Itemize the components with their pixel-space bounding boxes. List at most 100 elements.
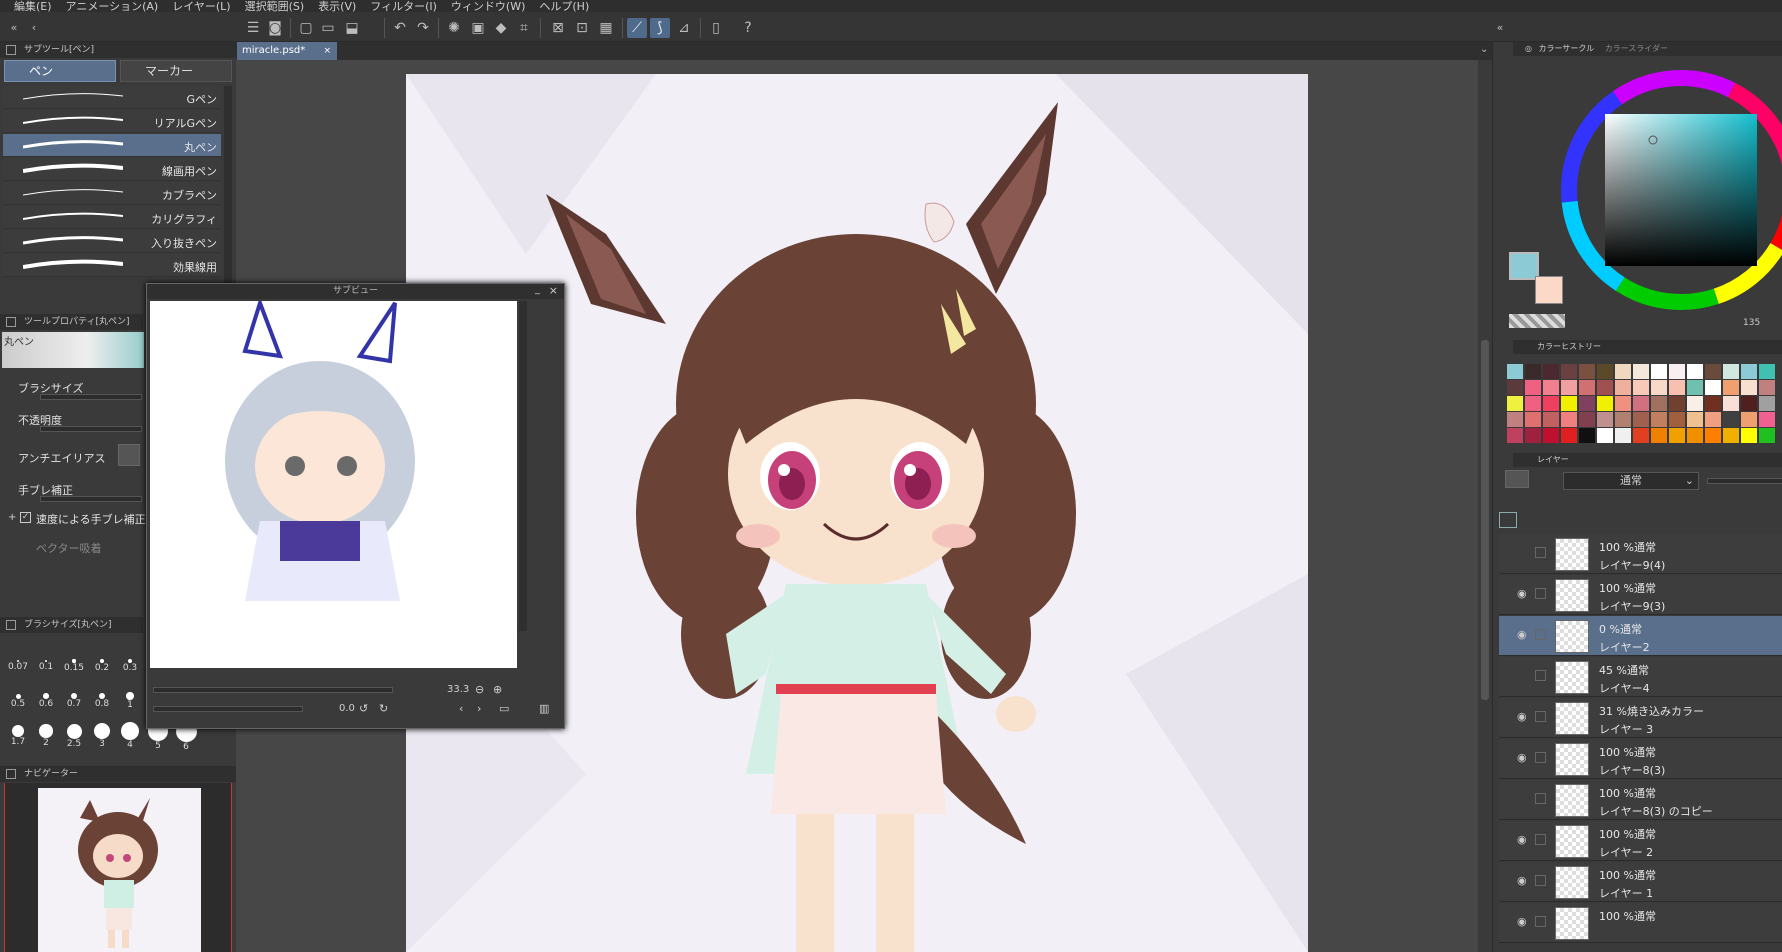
navigator-view[interactable] xyxy=(4,783,232,952)
zoom-in-icon[interactable]: ⊕ xyxy=(493,683,502,696)
chevron-down-icon[interactable]: ⌄ xyxy=(1480,44,1488,55)
history-swatch[interactable] xyxy=(1705,412,1721,427)
history-swatch[interactable] xyxy=(1705,380,1721,395)
lock-toggle[interactable] xyxy=(1535,875,1546,886)
rotate-left-icon[interactable]: ↺ xyxy=(359,702,368,715)
undo-icon[interactable]: ↶ xyxy=(390,18,410,38)
stabilization-slider[interactable] xyxy=(40,496,142,502)
history-swatch[interactable] xyxy=(1525,412,1541,427)
brush-size-preset[interactable]: 0.2 xyxy=(88,647,116,685)
history-swatch[interactable] xyxy=(1597,380,1613,395)
history-swatch[interactable] xyxy=(1597,428,1613,443)
lock-toggle[interactable] xyxy=(1535,670,1546,681)
history-swatch[interactable] xyxy=(1561,380,1577,395)
brush-item[interactable]: 線画用ペン xyxy=(3,158,221,181)
tab-color-circle[interactable]: カラーサークル xyxy=(1539,44,1595,53)
history-swatch[interactable] xyxy=(1651,380,1667,395)
tab-pen[interactable]: ペン xyxy=(4,60,116,82)
open-folder-icon[interactable]: ▭ xyxy=(318,18,338,38)
history-swatch[interactable] xyxy=(1723,428,1739,443)
brush-size-preset[interactable]: 2 xyxy=(32,717,60,755)
history-swatch[interactable] xyxy=(1579,380,1595,395)
history-swatch[interactable] xyxy=(1561,428,1577,443)
lock-toggle[interactable] xyxy=(1535,588,1546,599)
history-swatch[interactable] xyxy=(1687,380,1703,395)
chevron-left-icon[interactable]: ‹ xyxy=(24,18,44,38)
rotation-slider[interactable] xyxy=(153,706,303,712)
brush-size-preset[interactable]: 0.8 xyxy=(88,682,116,720)
layer-row[interactable]: ◉ 100 %通常 レイヤー 2 xyxy=(1499,821,1782,861)
layer-color-button[interactable] xyxy=(1505,470,1529,488)
import-icon[interactable]: ▭ xyxy=(499,702,509,715)
menu-window[interactable]: ウィンドウ(W) xyxy=(451,1,525,12)
history-swatch[interactable] xyxy=(1741,412,1757,427)
brush-size-preset[interactable]: 0.3 xyxy=(116,647,144,685)
expand-icon[interactable]: + xyxy=(8,512,16,523)
eye-icon[interactable]: ◉ xyxy=(1517,711,1529,723)
rotate-right-icon[interactable]: ↻ xyxy=(379,702,388,715)
busy-icon[interactable]: ✺ xyxy=(444,18,464,38)
speed-stabilization-checkbox[interactable]: ✓ xyxy=(20,512,31,523)
history-swatch[interactable] xyxy=(1741,380,1757,395)
grid-snap-icon[interactable]: ⊿ xyxy=(674,18,694,38)
layer-row[interactable]: ◉ 100 %通常 レイヤー9(3) xyxy=(1499,575,1782,615)
zoom-out-icon[interactable]: ⊖ xyxy=(475,683,484,696)
history-swatch[interactable] xyxy=(1687,364,1703,379)
lock-toggle[interactable] xyxy=(1535,752,1546,763)
lock-toggle[interactable] xyxy=(1535,834,1546,845)
history-swatch[interactable] xyxy=(1579,364,1595,379)
new-file-icon[interactable]: ▢ xyxy=(296,18,316,38)
fill-icon[interactable]: ◆ xyxy=(491,18,511,38)
help-icon[interactable]: ? xyxy=(738,18,758,38)
history-swatch[interactable] xyxy=(1759,380,1775,395)
clear-icon[interactable]: ▣ xyxy=(468,18,488,38)
next-image-icon[interactable]: › xyxy=(477,702,481,715)
brush-list-scrollbar[interactable] xyxy=(224,86,232,286)
history-swatch[interactable] xyxy=(1651,428,1667,443)
history-swatch[interactable] xyxy=(1579,396,1595,411)
brush-size-preset[interactable]: 0.7 xyxy=(60,682,88,720)
history-swatch[interactable] xyxy=(1687,428,1703,443)
history-swatch[interactable] xyxy=(1723,396,1739,411)
close-icon[interactable]: × xyxy=(549,284,558,297)
history-swatch[interactable] xyxy=(1759,396,1775,411)
layer-mask-icon[interactable] xyxy=(1499,512,1517,528)
history-swatch[interactable] xyxy=(1687,396,1703,411)
history-swatch[interactable] xyxy=(1759,412,1775,427)
app-icon[interactable]: ◙ xyxy=(265,18,285,38)
history-swatch[interactable] xyxy=(1723,380,1739,395)
blend-mode-select[interactable]: 通常 ⌄ xyxy=(1563,472,1699,490)
history-swatch[interactable] xyxy=(1615,428,1631,443)
history-swatch[interactable] xyxy=(1507,380,1523,395)
history-swatch[interactable] xyxy=(1669,380,1685,395)
brush-item[interactable]: 効果線用 xyxy=(3,254,221,277)
subview-image[interactable] xyxy=(150,301,517,668)
brush-size-preset[interactable]: 1 xyxy=(116,682,144,720)
selection-icon-3[interactable]: ▦ xyxy=(596,18,616,38)
ruler-snap-icon[interactable]: ⟋ xyxy=(627,18,647,38)
special-ruler-snap-icon[interactable]: ⟆ xyxy=(650,18,670,38)
subview-window[interactable]: サブビュー _ × 33.3 ⊖ ⊕ 0.0 ↺ ↻ ‹ › ▭ ▥ xyxy=(146,283,565,729)
history-swatch[interactable] xyxy=(1615,412,1631,427)
history-swatch[interactable] xyxy=(1561,396,1577,411)
history-swatch[interactable] xyxy=(1615,396,1631,411)
selection-icon-2[interactable]: ⊡ xyxy=(572,18,592,38)
history-swatch[interactable] xyxy=(1687,412,1703,427)
prev-image-icon[interactable]: ‹ xyxy=(459,702,463,715)
brush-size-preset[interactable]: 3 xyxy=(88,717,116,755)
layer-row[interactable]: 100 %通常 レイヤー9(4) xyxy=(1499,534,1782,574)
eye-icon[interactable]: ◉ xyxy=(1517,752,1529,764)
tab-color-slider[interactable]: カラースライダー xyxy=(1605,44,1668,53)
eye-icon[interactable]: ◉ xyxy=(1517,629,1529,641)
history-swatch[interactable] xyxy=(1525,364,1541,379)
zoom-slider[interactable] xyxy=(153,687,393,693)
history-swatch[interactable] xyxy=(1651,412,1667,427)
scroll-thumb[interactable] xyxy=(1481,340,1489,700)
brush-item[interactable]: Gペン xyxy=(3,86,221,109)
history-swatch[interactable] xyxy=(1651,396,1667,411)
minimize-icon[interactable]: _ xyxy=(535,284,540,295)
eye-icon[interactable]: ◉ xyxy=(1517,834,1529,846)
selection-icon-1[interactable]: ⊠ xyxy=(548,18,568,38)
brush-size-preset[interactable]: 2.5 xyxy=(60,717,88,755)
history-swatch[interactable] xyxy=(1669,412,1685,427)
